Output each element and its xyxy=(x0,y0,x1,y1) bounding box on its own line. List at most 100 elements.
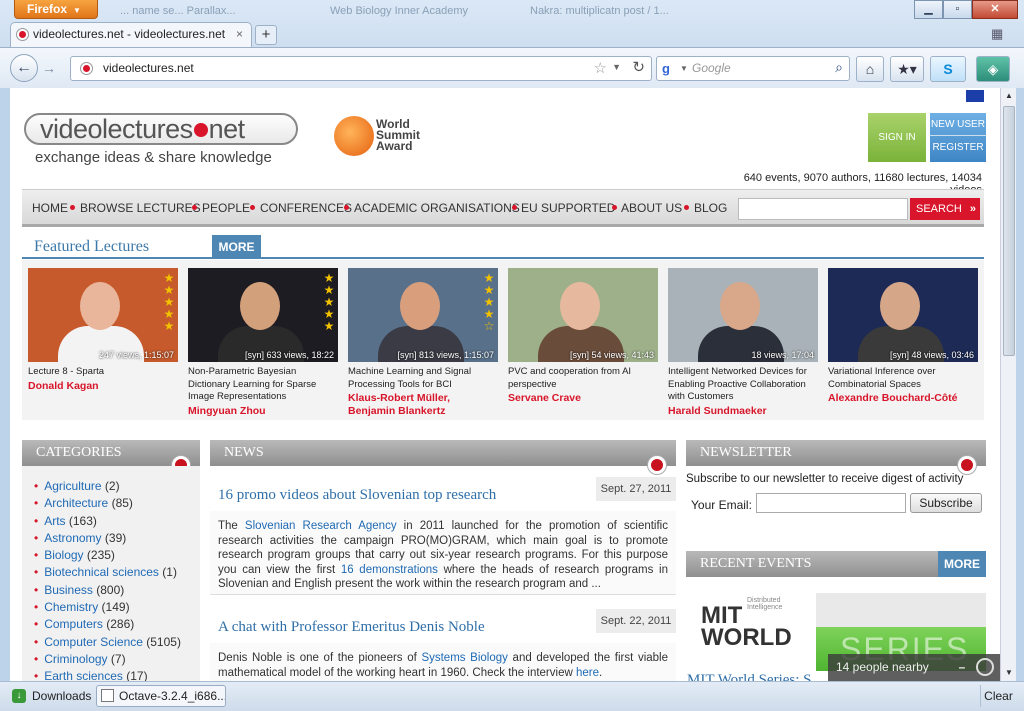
recent-event-title[interactable]: MIT World Series: S xyxy=(687,672,812,681)
lecture-author[interactable]: Klaus-Robert Müller, Benjamin Blankertz xyxy=(348,392,500,418)
featured-more-button[interactable]: MORE xyxy=(212,235,261,259)
category-item[interactable]: Astronomy (39) xyxy=(22,530,200,547)
category-link[interactable]: Biotechnical sciences xyxy=(44,565,159,579)
category-item[interactable]: Arts (163) xyxy=(22,513,200,530)
address-bar[interactable]: videolectures.net ☆ ▼ ↻ xyxy=(70,56,652,81)
lecture-thumbnail[interactable]: [syn] 48 views, 03:46 xyxy=(828,268,978,362)
engine-dropdown-icon[interactable]: ▼ xyxy=(680,64,688,73)
category-link[interactable]: Astronomy xyxy=(44,531,101,545)
category-link[interactable]: Architecture xyxy=(44,496,108,510)
lecture-card[interactable]: ★ ★ ★ ★ ★ 247 views, 1:15:07 Lecture 8 -… xyxy=(24,264,178,414)
lecture-thumbnail[interactable]: ★ ★ ★ ★ ★ 247 views, 1:15:07 xyxy=(28,268,178,362)
category-item[interactable]: Biology (235) xyxy=(22,547,200,564)
history-dropdown-icon[interactable]: ▼ xyxy=(612,62,621,72)
recent-events-more-button[interactable]: MORE xyxy=(938,551,986,577)
lecture-author[interactable]: Mingyuan Zhou xyxy=(188,405,340,418)
lecture-title[interactable]: Variational Inference over Combinatorial… xyxy=(828,366,980,391)
news-link[interactable]: here xyxy=(576,667,599,679)
site-search-button[interactable]: SEARCH » xyxy=(910,198,980,220)
home-button[interactable]: ⌂ xyxy=(856,56,884,82)
bookmark-star-icon[interactable]: ☆ xyxy=(594,59,607,77)
category-item[interactable]: Earth sciences (17) xyxy=(22,668,200,681)
lecture-card[interactable]: 18 views, 17:04 Intelligent Networked De… xyxy=(664,264,818,417)
lecture-thumbnail[interactable]: ★ ★ ★ ★ ☆ [syn] 813 views, 1:15:07 xyxy=(348,268,498,362)
close-tab-icon[interactable]: × xyxy=(236,23,243,46)
menu-academic-organisations[interactable]: ACADEMIC ORGANISATIONS xyxy=(354,201,520,215)
bookmarks-button[interactable]: ★▾ xyxy=(890,56,924,82)
download-item[interactable]: Octave-3.2.4_i686... xyxy=(96,685,226,707)
url-text[interactable]: videolectures.net xyxy=(103,57,194,80)
lecture-title[interactable]: Machine Learning and Signal Processing T… xyxy=(348,366,500,391)
lecture-author[interactable]: Donald Kagan xyxy=(28,380,180,393)
category-link[interactable]: Earth sciences xyxy=(44,669,123,681)
lecture-card[interactable]: [syn] 54 views, 41:43 PVC and cooperatio… xyxy=(504,264,658,414)
google-engine-icon[interactable]: g xyxy=(662,61,678,77)
email-field[interactable] xyxy=(756,493,906,513)
power-icon[interactable] xyxy=(976,658,994,676)
category-item[interactable]: Architecture (85) xyxy=(22,495,200,512)
maximize-button[interactable]: ▫ xyxy=(943,0,972,19)
subscribe-button[interactable]: Subscribe xyxy=(910,493,982,513)
clear-downloads-button[interactable]: Clear xyxy=(980,685,1016,707)
lecture-author[interactable]: Alexandre Bouchard-Côté xyxy=(828,392,980,405)
lecture-thumbnail[interactable]: ★ ★ ★ ★ ★ [syn] 633 views, 18:22 xyxy=(188,268,338,362)
category-item[interactable]: Agriculture (2) xyxy=(22,478,200,495)
menu-conferences[interactable]: CONFERENCES xyxy=(260,201,352,215)
firefox-menu-button[interactable]: Firefox ▼ xyxy=(14,0,98,19)
search-icon[interactable]: ⌕ xyxy=(835,59,843,76)
addon-button[interactable]: ◈ xyxy=(976,56,1010,82)
news-link[interactable]: 16 demonstrations xyxy=(341,564,438,576)
category-link[interactable]: Business xyxy=(44,583,93,597)
category-link[interactable]: Chemistry xyxy=(44,600,98,614)
lecture-title[interactable]: Lecture 8 - Sparta xyxy=(28,366,180,379)
category-link[interactable]: Criminology xyxy=(44,652,107,666)
menu-home[interactable]: HOME xyxy=(32,201,68,215)
news-link[interactable]: Systems Biology xyxy=(421,652,507,664)
category-link[interactable]: Computers xyxy=(44,617,103,631)
scroll-up-icon[interactable]: ▲ xyxy=(1001,88,1017,104)
lecture-card[interactable]: [syn] 48 views, 03:46 Variational Infere… xyxy=(824,264,978,414)
nearby-people-popup[interactable]: 14 people nearby – xyxy=(828,654,1000,681)
category-item[interactable]: Business (800) xyxy=(22,582,200,599)
menu-eu-supported[interactable]: EU SUPPORTED xyxy=(521,201,615,215)
lecture-title[interactable]: PVC and cooperation from AI perspective xyxy=(508,366,660,391)
category-link[interactable]: Computer Science xyxy=(44,635,143,649)
lecture-author[interactable]: Harald Sundmaeker xyxy=(668,405,820,418)
reload-icon[interactable]: ↻ xyxy=(632,58,645,76)
scroll-thumb[interactable] xyxy=(1003,106,1015,356)
scroll-down-icon[interactable]: ▼ xyxy=(1001,665,1017,681)
lecture-author[interactable]: Servane Crave xyxy=(508,392,660,405)
page-scrollbar[interactable]: ▲ ▼ xyxy=(1000,88,1016,681)
category-item[interactable]: Criminology (7) xyxy=(22,651,200,668)
category-link[interactable]: Arts xyxy=(44,514,65,528)
category-link[interactable]: Agriculture xyxy=(44,479,101,493)
eu-flag-icon[interactable] xyxy=(966,90,984,102)
lecture-card[interactable]: ★ ★ ★ ★ ☆ [syn] 813 views, 1:15:07 Machi… xyxy=(344,264,500,417)
new-user-register-button[interactable]: NEW USER REGISTER xyxy=(930,113,986,162)
category-item[interactable]: Chemistry (149) xyxy=(22,599,200,616)
popup-minimize-button[interactable]: – xyxy=(952,654,972,681)
lecture-thumbnail[interactable]: [syn] 54 views, 41:43 xyxy=(508,268,658,362)
forward-button[interactable]: → xyxy=(42,60,56,76)
menu-about-us[interactable]: ABOUT US xyxy=(621,201,682,215)
category-item[interactable]: Computer Science (5105) xyxy=(22,634,200,651)
web-search-box[interactable]: g ▼ Google ⌕ xyxy=(656,56,850,81)
downloads-button[interactable]: ↓ Downloads xyxy=(10,685,94,707)
sign-in-button[interactable]: SIGN IN xyxy=(868,113,926,162)
category-item[interactable]: Computers (286) xyxy=(22,616,200,633)
lecture-title[interactable]: Non-Parametric Bayesian Dictionary Learn… xyxy=(188,366,340,404)
news-link[interactable]: Slovenian Research Agency xyxy=(245,520,397,532)
site-logo[interactable]: videolectures net xyxy=(24,113,298,145)
close-window-button[interactable]: ✕ xyxy=(972,0,1018,19)
back-button[interactable]: ← xyxy=(10,54,38,82)
lecture-thumbnail[interactable]: 18 views, 17:04 xyxy=(668,268,818,362)
menu-people[interactable]: PEOPLE xyxy=(202,201,250,215)
category-item[interactable]: Biotechnical sciences (1) xyxy=(22,564,200,581)
site-search-input[interactable] xyxy=(738,198,908,220)
lecture-card[interactable]: ★ ★ ★ ★ ★ [syn] 633 views, 18:22 Non-Par… xyxy=(184,264,340,417)
minimize-button[interactable]: ▁ xyxy=(914,0,943,19)
menu-browse-lectures[interactable]: BROWSE LECTURES xyxy=(80,201,201,215)
tab-list-icon[interactable]: ▦ xyxy=(991,26,1009,42)
skype-addon-button[interactable]: S xyxy=(930,56,966,82)
new-tab-button[interactable]: + xyxy=(255,25,277,45)
